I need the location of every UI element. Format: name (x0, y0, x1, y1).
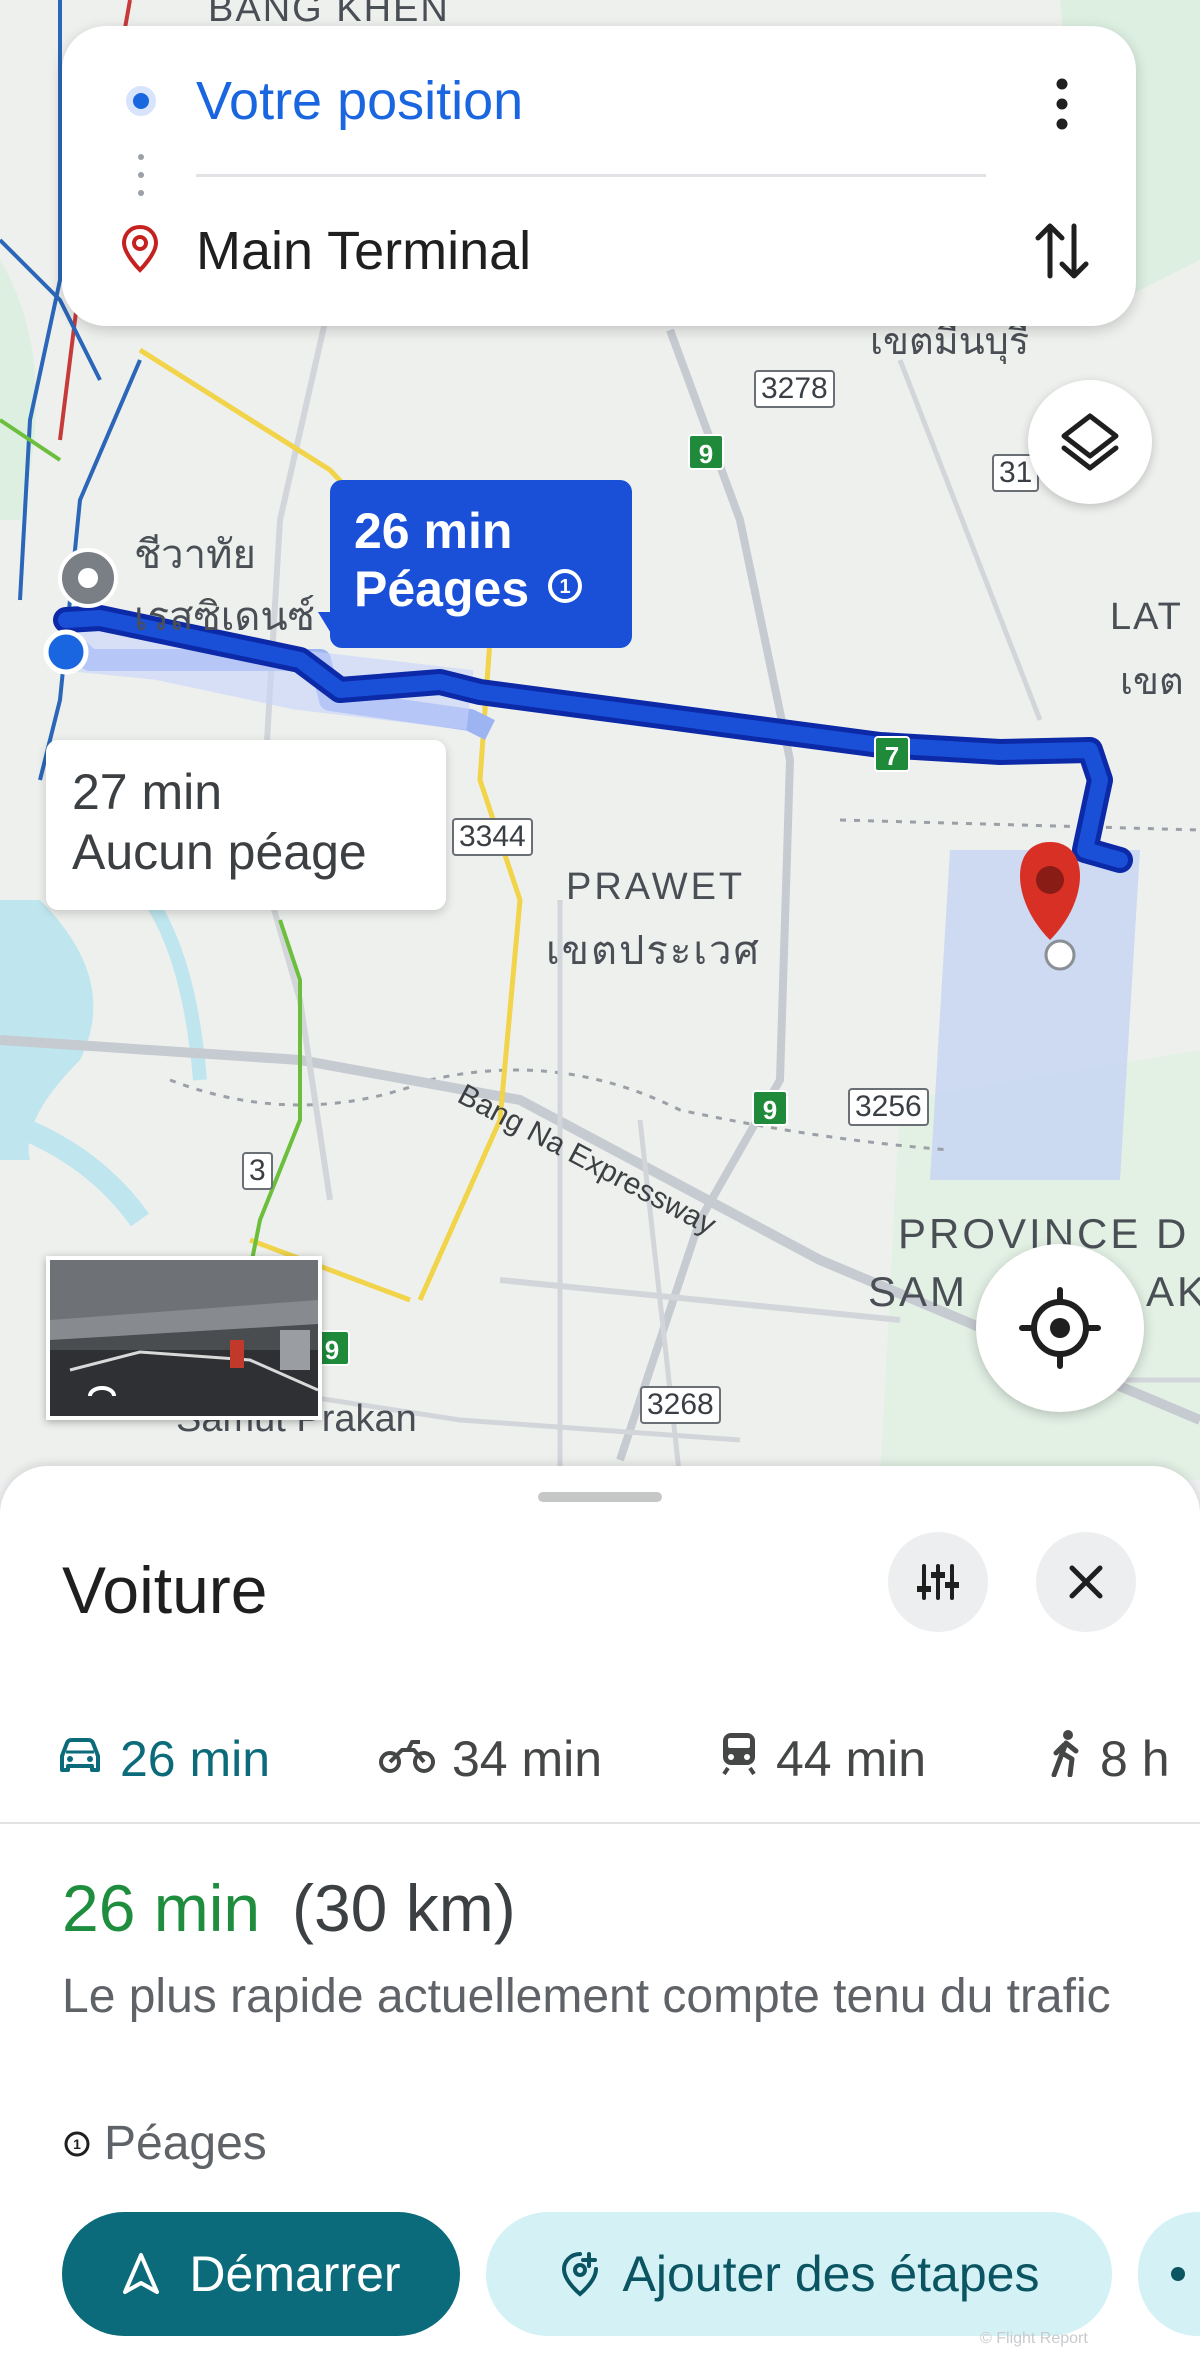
svg-text:1: 1 (73, 2136, 81, 2152)
card-divider (196, 174, 986, 177)
callout-toll-time: 26 min (354, 503, 513, 559)
add-stops-label: Ajouter des étapes (622, 2246, 1040, 2302)
drag-handle[interactable] (538, 1492, 662, 1502)
route-distance: (30 km) (292, 1871, 516, 1945)
more-options-icon[interactable] (1040, 74, 1084, 134)
route-callout-toll[interactable]: 26 min Péages 1 (330, 480, 632, 648)
road-shield-3344: 3344 (452, 818, 533, 856)
street-view-thumbnail[interactable] (46, 1256, 322, 1420)
road-shield-3256: 3256 (848, 1088, 929, 1126)
map-label-lat: LAT (1110, 596, 1183, 638)
map-label-prawet: PRAWET (566, 866, 746, 908)
map-label-residence: เรสซิเดนซ์ (134, 595, 315, 639)
close-icon (1069, 1565, 1103, 1599)
map-layers-button[interactable] (1028, 380, 1152, 504)
close-button[interactable] (1036, 1532, 1136, 1632)
motorcycle-icon (378, 1730, 436, 1788)
route-duration: 26 min (62, 1871, 261, 1945)
highway-shield-7: 7 (874, 736, 910, 772)
road-shield-3278: 3278 (754, 370, 835, 408)
road-shield-3268: 3268 (640, 1386, 721, 1424)
toll-icon: 1 (62, 2116, 92, 2171)
tab-motorcycle-label: 34 min (452, 1731, 603, 1787)
add-stops-button[interactable]: Ajouter des étapes (486, 2212, 1112, 2336)
tab-walk-label: 8 h (1100, 1731, 1170, 1787)
map-label-province-2: SAM (868, 1268, 969, 1315)
share-icon (1171, 2267, 1185, 2281)
start-button-label: Démarrer (189, 2246, 401, 2302)
callout-free-label: Aucun péage (72, 824, 367, 880)
travel-mode-tabs: 26 min 34 min 44 min 8 h (0, 1694, 1200, 1824)
route-connector-dot (138, 190, 144, 196)
map-label-chiwathai: ชีวาทัย (134, 533, 256, 577)
street-view-image (50, 1260, 318, 1416)
highway-shield-9: 9 (752, 1090, 788, 1126)
map-view[interactable]: BANG KHEN ชีวาทัย เรสซิเดนซ์ PRAWET เขตป… (0, 0, 1200, 1480)
tab-transit[interactable]: 44 min (718, 1694, 926, 1824)
train-icon (718, 1730, 760, 1788)
callout-toll-label: Péages (354, 561, 530, 617)
share-button[interactable] (1138, 2212, 1200, 2336)
road-shield-3: 3 (242, 1152, 273, 1190)
map-label-province-3: AK (1146, 1268, 1200, 1315)
add-location-icon (561, 2252, 598, 2297)
callout-free-time: 27 min (72, 764, 223, 820)
swap-directions-icon[interactable] (1030, 216, 1094, 286)
callout-toll-label-row: Péages 1 (354, 560, 608, 618)
destination-input[interactable]: Main Terminal (196, 220, 531, 282)
tab-car[interactable]: 26 min (56, 1694, 270, 1824)
tab-transit-label: 44 min (776, 1731, 927, 1787)
watermark: © Flight Report (980, 2330, 1088, 2347)
crosshair-icon (1019, 1287, 1101, 1369)
start-button[interactable]: Démarrer (62, 2212, 460, 2336)
toll-icon: 1 (545, 560, 585, 618)
svg-text:1: 1 (560, 576, 571, 598)
tune-icon (917, 1564, 959, 1600)
route-description: Le plus rapide actuellement compte tenu … (62, 1970, 1111, 2023)
layers-icon (1061, 413, 1119, 471)
tab-car-label: 26 min (120, 1731, 271, 1787)
directions-sheet: Voiture 26 min 34 min 44 min 8 h 26 min … (0, 1466, 1200, 2355)
route-callout-toll-free[interactable]: 27 min Aucun péage (46, 740, 446, 910)
my-location-button[interactable] (976, 1244, 1144, 1412)
map-label-prawet-th: เขตประเวศ (546, 929, 761, 973)
car-icon (56, 1730, 104, 1788)
sheet-title: Voiture (62, 1553, 268, 1627)
route-options-button[interactable] (888, 1532, 988, 1632)
navigation-arrow-icon (123, 2253, 160, 2294)
tolls-info: 1 Péages (62, 2116, 267, 2171)
origin-dot-icon (126, 86, 156, 116)
tab-walk[interactable]: 8 h (1048, 1694, 1170, 1824)
map-label-khet: เขต (1120, 661, 1184, 703)
tolls-label: Péages (104, 2117, 267, 2170)
highway-shield-9: 9 (688, 434, 724, 470)
destination-pin-icon (120, 224, 160, 279)
tab-motorcycle[interactable]: 34 min (378, 1694, 602, 1824)
walk-icon (1048, 1729, 1084, 1789)
origin-input[interactable]: Votre position (196, 70, 523, 132)
route-connector-dot (138, 172, 144, 178)
route-connector-dot (138, 154, 144, 160)
route-card: Votre position Main Terminal (62, 26, 1136, 326)
